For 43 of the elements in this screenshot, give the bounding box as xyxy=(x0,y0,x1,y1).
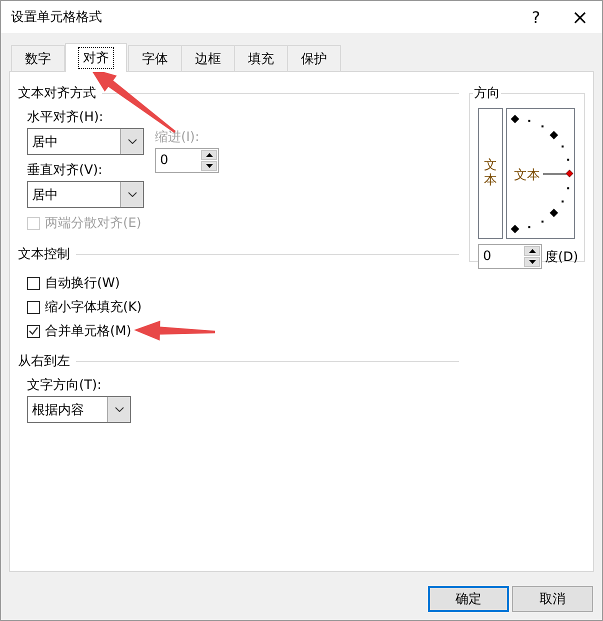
up-triangle-icon xyxy=(528,249,536,253)
field-label: 缩进(I): xyxy=(155,129,200,147)
dropdown[interactable]: 根据内容 xyxy=(27,396,131,423)
window-title: 设置单元格格式 xyxy=(11,9,103,26)
dropdown[interactable]: 居中 xyxy=(27,128,144,155)
checkbox[interactable] xyxy=(27,276,40,290)
tab[interactable]: 字体 xyxy=(128,45,182,71)
dial-text: 文本 xyxy=(514,167,540,184)
field-label: 水平对齐(H): xyxy=(27,109,104,127)
cancel-button[interactable]: 取消 xyxy=(512,586,593,612)
ok-button[interactable]: 确定 xyxy=(428,586,509,612)
checkbox[interactable] xyxy=(27,324,40,338)
checkmark-icon xyxy=(29,327,38,335)
spin-up-button[interactable] xyxy=(524,246,540,256)
field-label: 度(D) xyxy=(545,248,578,266)
checkbox-label: 合并单元格(M) xyxy=(45,323,132,340)
checkbox-label: 自动换行(W) xyxy=(45,275,120,292)
help-button[interactable]: ? xyxy=(514,1,558,33)
tab[interactable]: 对齐 xyxy=(65,43,127,72)
spin-field[interactable]: 0 xyxy=(478,244,542,269)
section-title: 方向 xyxy=(473,85,501,102)
chevron-down-icon xyxy=(128,139,136,144)
section-title: 从右到左 xyxy=(18,353,70,370)
close-button[interactable]: × xyxy=(558,1,602,33)
vertical-text-option[interactable]: 文本 xyxy=(478,108,503,239)
chevron-down-icon xyxy=(114,407,124,412)
checkbox-label: 缩小字体填充(K) xyxy=(45,299,142,316)
field-label: 垂直对齐(V): xyxy=(27,162,104,180)
dropdown[interactable]: 居中 xyxy=(27,181,144,208)
spin-up-button[interactable] xyxy=(201,150,217,160)
field-label: 文字方向(T): xyxy=(27,377,102,395)
up-triangle-icon xyxy=(206,153,212,157)
down-triangle-icon xyxy=(528,260,536,264)
tab[interactable]: 保护 xyxy=(287,45,341,71)
down-triangle-icon xyxy=(206,164,212,168)
checkbox[interactable] xyxy=(27,300,40,314)
spin-down-button[interactable] xyxy=(524,257,540,267)
spin-down-button[interactable] xyxy=(201,161,217,171)
chevron-down-icon xyxy=(128,192,136,197)
checkbox-label: 两端分散对齐(E) xyxy=(45,215,142,232)
section-title: 文本控制 xyxy=(18,246,70,263)
tab[interactable]: 数字 xyxy=(11,45,65,71)
section-title: 文本对齐方式 xyxy=(18,85,96,102)
